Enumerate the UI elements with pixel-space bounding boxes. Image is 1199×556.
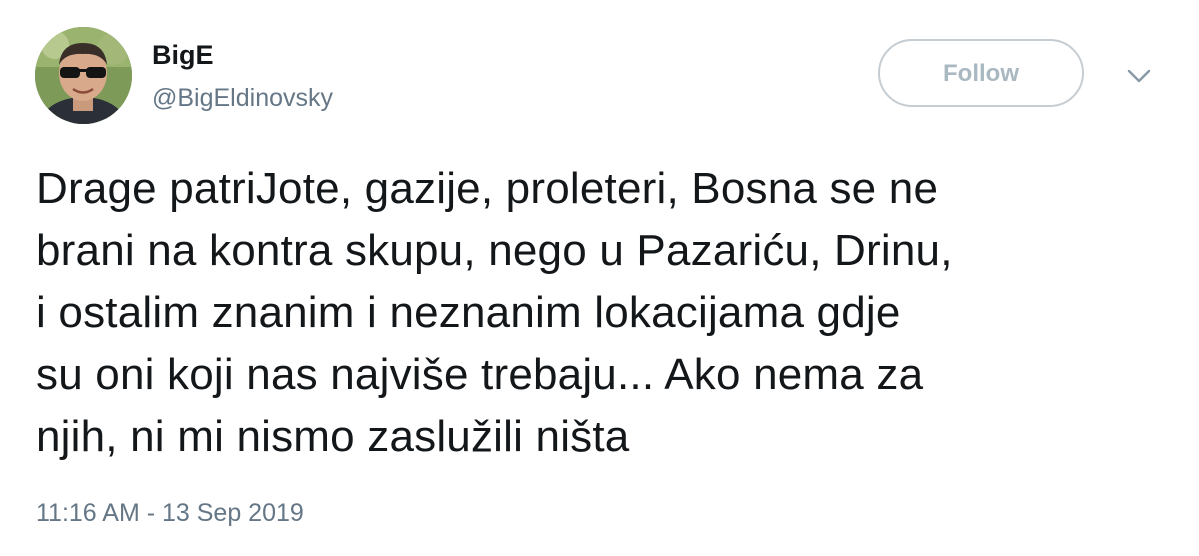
tweet-text: Drage patriJote, gazije, proleteri, Bosn… [36,158,1176,468]
author-handle[interactable]: @BigEldinovsky [152,82,333,114]
tweet-text-line: i ostalim znanim i neznanim lokacijama g… [36,288,901,337]
chevron-down-icon[interactable] [1126,66,1152,86]
tweet-text-line: njih, ni mi nismo zaslužili ništa [36,412,630,461]
tweet-timestamp[interactable]: 11:16 AM - 13 Sep 2019 [36,497,304,529]
follow-button[interactable]: Follow [878,39,1084,107]
author-display-name[interactable]: BigE [152,38,214,72]
tweet-text-line: Drage patriJote, gazije, proleteri, Bosn… [36,164,939,213]
tweet-card: BigE @BigEldinovsky Follow Drage patriJo… [0,0,1199,556]
avatar-photo-image [35,27,132,124]
tweet-text-line: brani na kontra skupu, nego u Pazariću, … [36,226,953,275]
tweet-text-line: su oni koji nas najviše trebaju... Ako n… [36,350,924,399]
author-avatar[interactable] [35,27,132,124]
